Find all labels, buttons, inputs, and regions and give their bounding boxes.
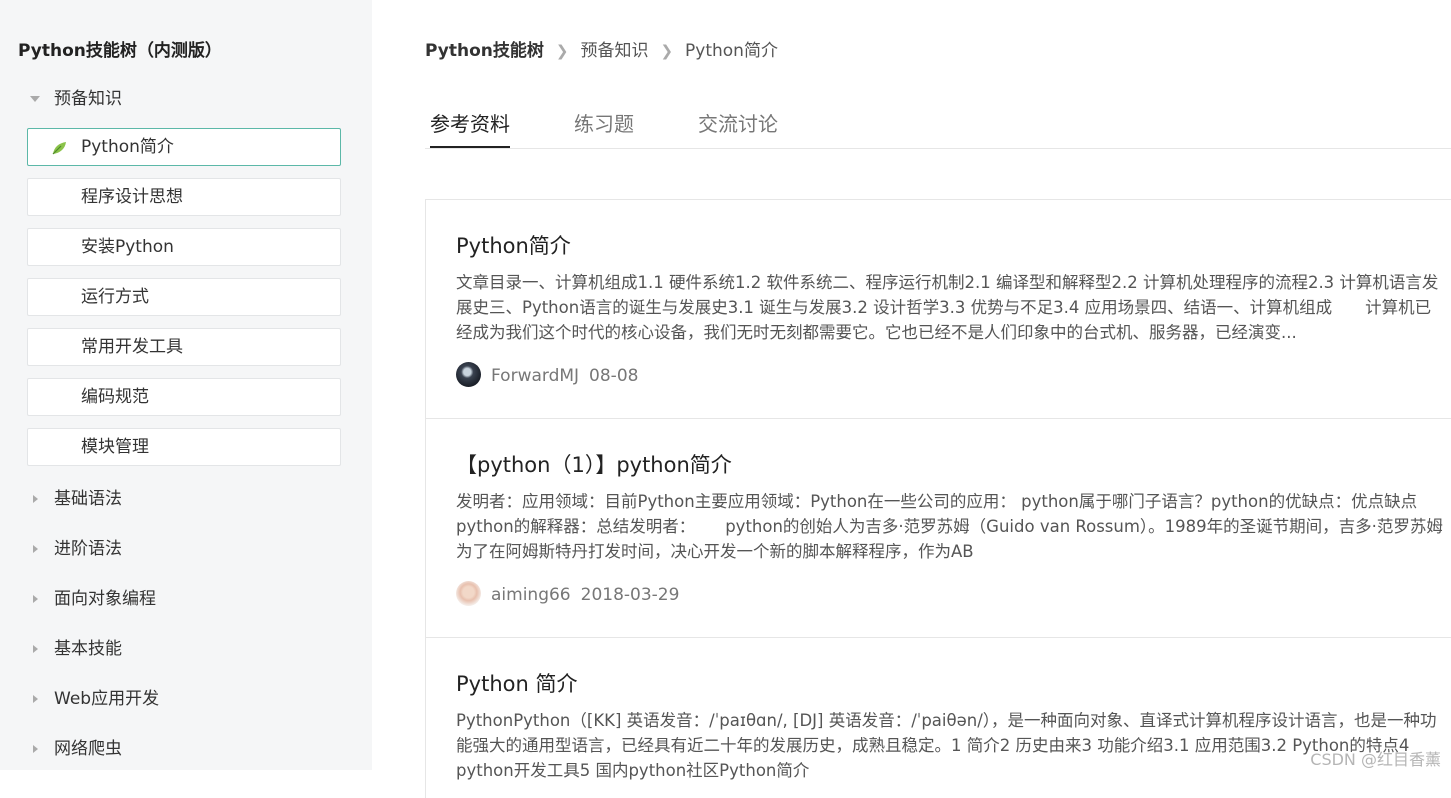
- caret-down-icon: [30, 96, 40, 102]
- sidebar-item-coding-style[interactable]: 编码规范: [27, 378, 341, 416]
- card-meta: ForwardMJ 08-08: [456, 361, 1451, 391]
- caret-right-icon: [33, 545, 38, 553]
- card-title[interactable]: 【python（1）】python简介: [456, 449, 1451, 479]
- sidebar-item-label: 常用开发工具: [81, 337, 183, 357]
- sidebar-group-label: 网络爬虫: [54, 739, 122, 759]
- content-tabs: 参考资料 练习题 交流讨论: [425, 100, 1451, 149]
- caret-right-icon: [33, 495, 38, 503]
- leaf-icon: [52, 142, 66, 155]
- sidebar-item-label: 安装Python: [81, 237, 174, 257]
- sidebar-item-dev-tools[interactable]: 常用开发工具: [27, 328, 341, 366]
- sidebar-item-label: 程序设计思想: [81, 187, 183, 207]
- breadcrumb-item-current: Python简介: [685, 41, 778, 61]
- sidebar-group-label: 基础语法: [54, 489, 122, 509]
- caret-right-icon: [33, 595, 38, 603]
- sidebar-group-label: 面向对象编程: [54, 589, 156, 609]
- sidebar-item-label: 运行方式: [81, 287, 149, 307]
- caret-right-icon: [33, 745, 38, 753]
- sidebar-group-oop[interactable]: 面向对象编程: [30, 584, 156, 614]
- sidebar-item-label: Python简介: [81, 137, 174, 157]
- reference-card[interactable]: 【python（1）】python简介 发明者：应用领域：目前Python主要应…: [426, 419, 1451, 638]
- sidebar-group-basic-skills[interactable]: 基本技能: [30, 634, 122, 664]
- watermark: CSDN @红目香薰: [1310, 750, 1441, 769]
- tab-references[interactable]: 参考资料: [430, 108, 510, 148]
- sidebar-group-prerequisites[interactable]: 预备知识: [30, 84, 122, 114]
- sidebar-group-web-crawler[interactable]: 网络爬虫: [30, 734, 122, 764]
- sidebar-group-label: 进阶语法: [54, 539, 122, 559]
- sidebar-item-python-intro[interactable]: Python简介: [27, 128, 341, 166]
- card-author[interactable]: aiming66: [491, 585, 571, 605]
- avatar[interactable]: [456, 361, 481, 387]
- tab-exercises[interactable]: 练习题: [574, 108, 634, 147]
- card-date: 2018-03-29: [580, 585, 680, 605]
- card-description: 文章目录一、计算机组成1.1 硬件系统1.2 软件系统二、程序运行机制2.1 编…: [456, 273, 1439, 342]
- card-meta: aiming66 2018-03-29: [456, 580, 1451, 610]
- sidebar-item-label: 编码规范: [81, 387, 149, 407]
- avatar[interactable]: [456, 580, 481, 606]
- breadcrumb-item[interactable]: 预备知识: [580, 41, 648, 61]
- sidebar-item-module-management[interactable]: 模块管理: [27, 428, 341, 466]
- card-author[interactable]: ForwardMJ: [491, 366, 579, 386]
- sidebar-group-basic-syntax[interactable]: 基础语法: [30, 484, 122, 514]
- chevron-right-icon: ❯: [660, 42, 674, 60]
- sidebar: Python技能树（内测版） 预备知识 Python简介 程序设计思想 安装Py…: [0, 0, 372, 770]
- chevron-right-icon: ❯: [555, 42, 569, 60]
- sidebar-item-programming-thinking[interactable]: 程序设计思想: [27, 178, 341, 216]
- sidebar-group-label: 基本技能: [54, 639, 122, 659]
- breadcrumb-item-root[interactable]: Python技能树: [425, 41, 544, 61]
- sidebar-group-web-dev[interactable]: Web应用开发: [30, 684, 159, 714]
- reference-card[interactable]: Python简介 文章目录一、计算机组成1.1 硬件系统1.2 软件系统二、程序…: [426, 200, 1451, 419]
- tab-discussion[interactable]: 交流讨论: [698, 108, 778, 147]
- reference-card[interactable]: Python 简介 PythonPython（[KK] 英语发音：/ˈpaɪθɑ…: [426, 638, 1451, 798]
- breadcrumb: Python技能树 ❯ 预备知识 ❯ Python简介: [425, 36, 778, 61]
- skill-tree-title: Python技能树（内测版）: [18, 41, 222, 61]
- sidebar-group-advanced-syntax[interactable]: 进阶语法: [30, 534, 122, 564]
- card-description: PythonPython（[KK] 英语发音：/ˈpaɪθɑn/, [DJ] 英…: [456, 711, 1437, 780]
- card-title[interactable]: Python 简介: [456, 668, 1451, 698]
- caret-right-icon: [33, 645, 38, 653]
- sidebar-item-install-python[interactable]: 安装Python: [27, 228, 341, 266]
- sidebar-group-label: 预备知识: [54, 89, 122, 109]
- caret-right-icon: [33, 695, 38, 703]
- card-description: 发明者：应用领域：目前Python主要应用领域：Python在一些公司的应用： …: [456, 492, 1443, 561]
- card-date: 08-08: [589, 366, 639, 386]
- reference-list: Python简介 文章目录一、计算机组成1.1 硬件系统1.2 软件系统二、程序…: [425, 199, 1451, 798]
- card-title[interactable]: Python简介: [456, 230, 1451, 260]
- sidebar-group-label: Web应用开发: [54, 689, 160, 709]
- sidebar-item-label: 模块管理: [81, 437, 149, 457]
- sidebar-item-run-modes[interactable]: 运行方式: [27, 278, 341, 316]
